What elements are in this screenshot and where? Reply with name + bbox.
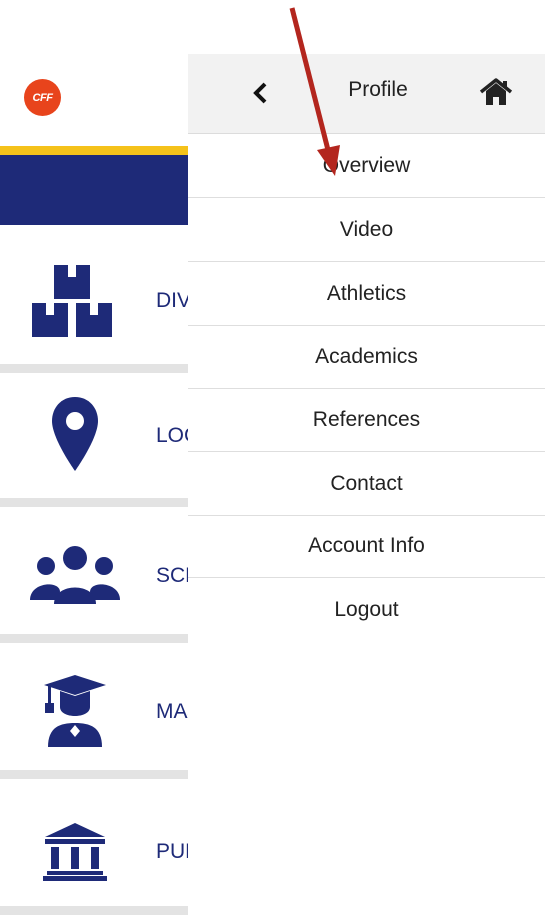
logo-text: CFF [32,91,53,104]
institution-icon [30,806,120,896]
graduate-icon [30,666,120,756]
drawer-item-academics[interactable]: Academics [188,325,545,389]
menu-item-schools[interactable]: SCHOOLS [0,530,188,620]
boxes-icon [30,255,120,345]
menu-item-majors[interactable]: MAJORS [0,666,188,756]
header-band [0,155,188,225]
drawer-item-references[interactable]: References [188,388,545,452]
profile-drawer: Profile Overview Video Athletics Academi… [188,54,545,922]
drawer-item-account-info[interactable]: Account Info [188,514,545,578]
menu-item-label: SCHOOLS [156,564,188,587]
drawer-item-athletics[interactable]: Athletics [188,262,545,326]
divider [0,634,188,643]
home-button[interactable] [476,74,516,110]
users-icon [30,530,120,620]
home-icon [479,78,513,105]
menu-item-locations[interactable]: LOCATIONS [0,390,188,490]
divider [0,364,188,373]
drawer-title: Profile [348,78,408,101]
drawer-item-logout[interactable]: Logout [188,578,545,641]
drawer-header: Profile [188,54,545,134]
app-logo: CFF [24,79,61,116]
divider [0,770,188,779]
menu-item-label: PUBLIC [156,840,188,863]
menu-item-label: LOCATIONS [156,424,188,447]
menu-item-label: MAJORS [156,700,188,723]
menu-item-divisions[interactable]: DIVISIONS [0,255,188,355]
drawer-item-contact[interactable]: Contact [188,452,545,516]
drawer-item-video[interactable]: Video [188,198,545,262]
menu-item-public[interactable]: PUBLIC [0,806,188,896]
chevron-left-icon [253,82,267,104]
map-pin-icon [30,390,120,480]
drawer-item-overview[interactable]: Overview [188,134,545,198]
menu-item-label: DIVISIONS [156,289,188,312]
divider [0,906,188,915]
back-button[interactable] [246,76,274,110]
accent-stripe [0,146,188,155]
divider [0,498,188,507]
